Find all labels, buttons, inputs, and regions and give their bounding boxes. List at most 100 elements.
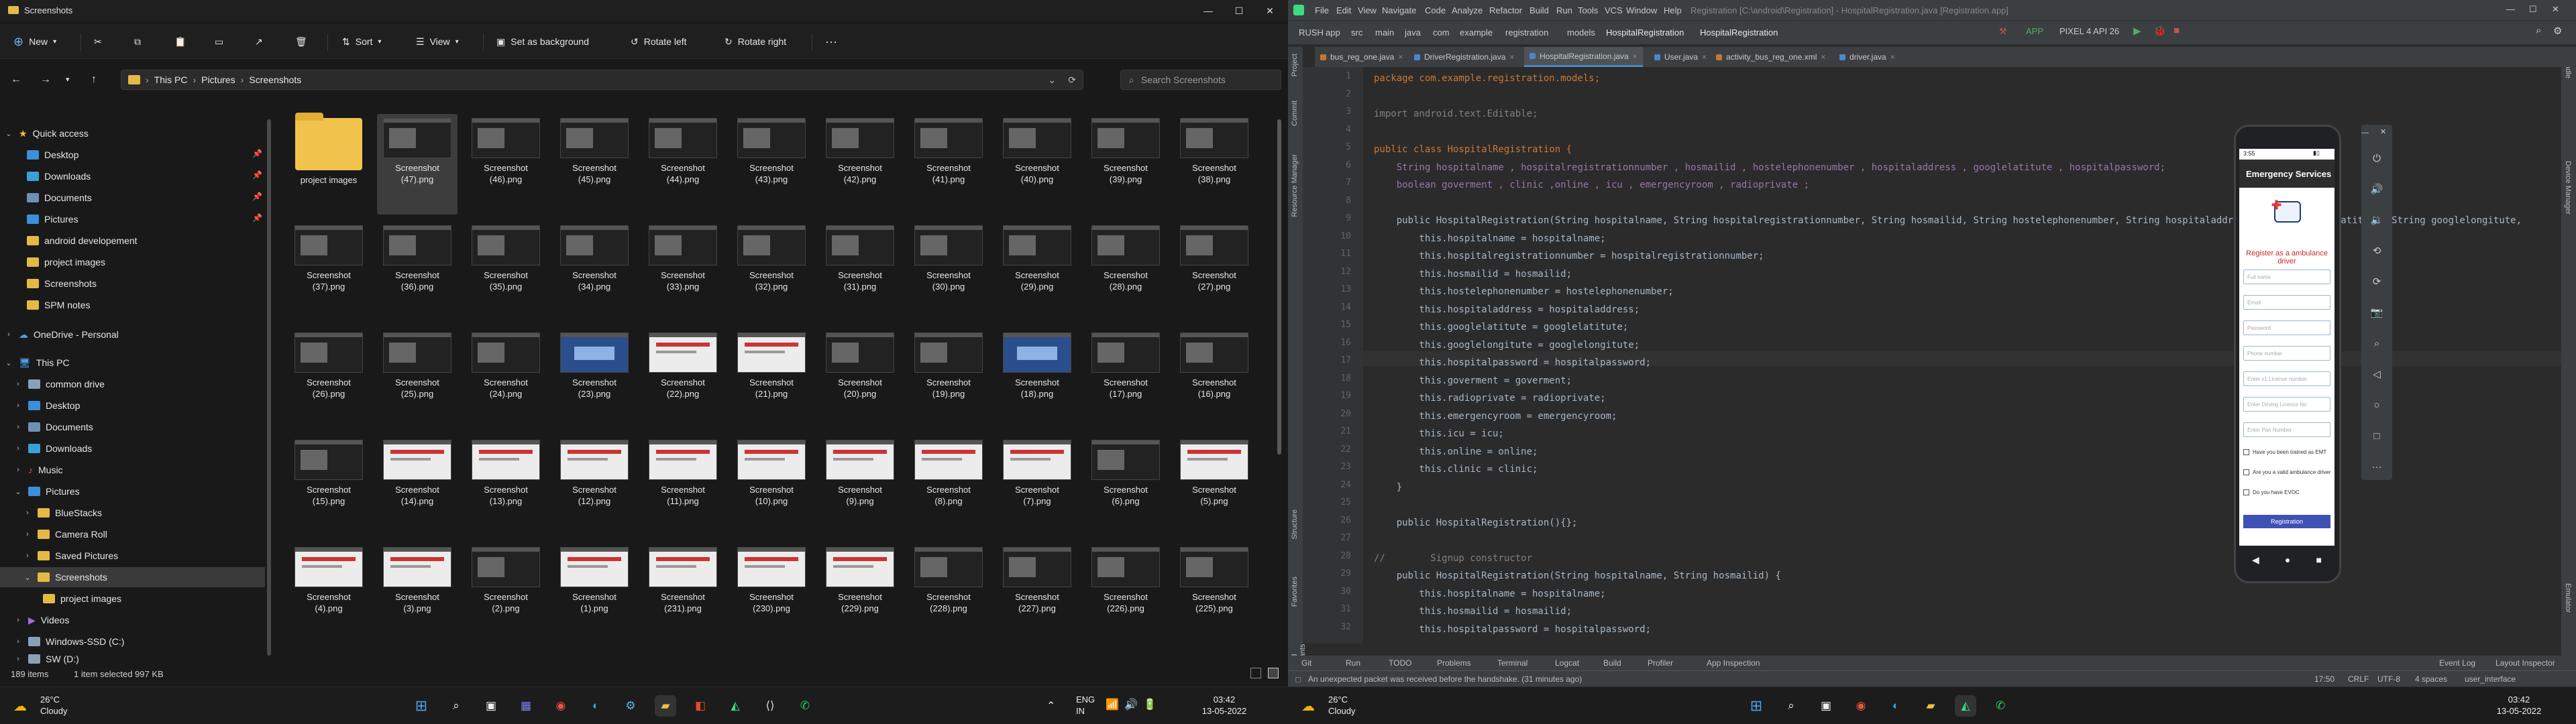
- forward-arrow-icon[interactable]: →: [40, 74, 51, 86]
- more-icon[interactable]: ···: [2369, 459, 2385, 475]
- code-line[interactable]: this.radioprivate = radioprivate;: [1374, 391, 1605, 406]
- file-item[interactable]: Screenshot (28).png: [1085, 221, 1166, 322]
- menu-window[interactable]: Window: [1626, 5, 1657, 15]
- power-icon[interactable]: ⏻: [2369, 150, 2385, 166]
- breadcrumb-member[interactable]: HospitalRegistration: [1700, 27, 1778, 38]
- details-view-icon[interactable]: [1250, 668, 1261, 678]
- settings-icon[interactable]: ⚙: [2553, 25, 2562, 37]
- weather-widget[interactable]: 26°C Cloudy: [1328, 694, 1355, 717]
- menu-build[interactable]: Build: [1529, 5, 1549, 15]
- file-item[interactable]: Screenshot (3).png: [377, 543, 458, 644]
- hammer-icon[interactable]: ⚒: [1999, 26, 2007, 37]
- nav-scrollbar[interactable]: [267, 119, 271, 656]
- structure-tool-tab[interactable]: Structure: [1291, 509, 1299, 540]
- breadcrumb-class[interactable]: HospitalRegistration: [1606, 27, 1684, 38]
- tool-terminal[interactable]: Terminal: [1497, 658, 1527, 668]
- nav-videos[interactable]: › ▶ Videos: [13, 610, 69, 630]
- code-line[interactable]: this.goverment = goverment;: [1374, 373, 1572, 388]
- code-line[interactable]: this.googlelongitute = googlelongitute;: [1374, 338, 1640, 353]
- tool-todo[interactable]: TODO: [1389, 658, 1411, 668]
- tray-chevron-up-icon[interactable]: ⌃: [1046, 699, 1055, 713]
- file-item[interactable]: Screenshot (18).png: [997, 328, 1077, 429]
- file-item[interactable]: Screenshot (225).png: [1174, 543, 1254, 644]
- menu-refactor[interactable]: Refactor: [1489, 5, 1522, 15]
- file-item[interactable]: Screenshot (39).png: [1085, 114, 1166, 215]
- rotate-left-icon[interactable]: ⟲: [2369, 243, 2385, 259]
- search-box[interactable]: ⌕ Search Screenshots: [1120, 70, 1281, 90]
- breadcrumb-screenshots[interactable]: Screenshots: [249, 74, 301, 85]
- nav-music[interactable]: › ♪ Music: [13, 460, 62, 480]
- line-separator[interactable]: CRLF: [2348, 674, 2369, 684]
- cursor-position[interactable]: 17:50: [2314, 674, 2334, 684]
- tab-bus-reg-one[interactable]: bus_reg_one.java ×: [1315, 47, 1408, 67]
- code-line[interactable]: this.hospitalpassword = hospitalpassword…: [1374, 355, 1651, 370]
- android-studio-icon[interactable]: ◭: [1955, 695, 1976, 717]
- tool-git[interactable]: Git: [1301, 658, 1311, 668]
- delete-button[interactable]: 🗑: [295, 31, 307, 52]
- nav-desktop[interactable]: Desktop: [27, 145, 78, 165]
- minimize-button[interactable]: —: [1193, 0, 1224, 21]
- edge-icon[interactable]: ◐: [585, 695, 606, 717]
- nav-downloads[interactable]: Downloads: [27, 166, 91, 186]
- file-item[interactable]: Screenshot (230).png: [731, 543, 812, 644]
- task-view-icon[interactable]: ▣: [1815, 695, 1837, 717]
- code-line[interactable]: public HospitalRegistration(String hospi…: [1374, 213, 2522, 228]
- file-encoding[interactable]: UTF-8: [2377, 674, 2400, 684]
- run-icon[interactable]: ▶: [2133, 25, 2141, 37]
- close-tab-icon[interactable]: ×: [1398, 52, 1403, 62]
- nav-quick-access[interactable]: ⌄ ★ Quick access: [4, 123, 88, 143]
- file-item[interactable]: Screenshot (6).png: [1085, 436, 1166, 536]
- history-chevron-icon[interactable]: ⌄: [1048, 74, 1056, 86]
- title-bar[interactable]: [0, 0, 1288, 21]
- weather-widget[interactable]: 26°C Cloudy: [40, 694, 67, 717]
- file-item[interactable]: Screenshot (7).png: [997, 436, 1077, 536]
- nav-pictures[interactable]: Pictures: [27, 209, 78, 229]
- breadcrumb-project[interactable]: RUSH: [1299, 27, 1324, 38]
- new-button[interactable]: ⊕ New ▾: [13, 31, 56, 52]
- wifi-icon[interactable]: 📶: [1106, 698, 1119, 711]
- file-item[interactable]: Screenshot (24).png: [466, 328, 546, 429]
- copy-button[interactable]: ⧉: [134, 31, 141, 52]
- resource-manager-tool-tab[interactable]: Resource Manager: [1291, 154, 1299, 217]
- file-item[interactable]: Screenshot (30).png: [908, 221, 989, 322]
- breadcrumb-pictures[interactable]: Pictures: [201, 74, 235, 85]
- maximize-button[interactable]: ☐: [2529, 4, 2537, 15]
- search-icon[interactable]: ⌕: [445, 695, 467, 717]
- code-line[interactable]: this.hospitalname = hospitalname;: [1374, 231, 1605, 246]
- share-button[interactable]: ↗: [255, 31, 263, 52]
- nav-saved-pictures[interactable]: › Saved Pictures: [23, 546, 118, 566]
- file-item[interactable]: Screenshot (21).png: [731, 328, 812, 429]
- menu-view[interactable]: View: [1358, 5, 1377, 15]
- menu-tools[interactable]: Tools: [1578, 5, 1598, 15]
- back-arrow-icon[interactable]: ←: [11, 74, 21, 86]
- file-item[interactable]: Screenshot (9).png: [820, 436, 900, 536]
- language-indicator[interactable]: ENG IN: [1076, 694, 1095, 717]
- nav-downloads-pc[interactable]: › Downloads: [13, 438, 92, 459]
- file-item[interactable]: Screenshot (227).png: [997, 543, 1077, 644]
- file-item[interactable]: Screenshot (29).png: [997, 221, 1077, 322]
- address-bar[interactable]: › This PC › Pictures › Screenshots ⌄ ⟳: [121, 70, 1083, 90]
- file-item[interactable]: Screenshot (40).png: [997, 114, 1077, 215]
- email-field[interactable]: Email: [2243, 295, 2330, 310]
- code-line[interactable]: this.hosmailid = hosmailid;: [1374, 604, 1572, 619]
- settings-icon[interactable]: ⚙: [620, 695, 641, 717]
- favorites-tool-tab[interactable]: Favorites: [1291, 577, 1299, 607]
- tool-run[interactable]: Run: [1346, 658, 1360, 668]
- nav-this-pc[interactable]: ⌄ 🖥 This PC: [4, 353, 69, 373]
- windows-start-icon[interactable]: ⊞: [1746, 695, 1767, 717]
- menu-run[interactable]: Run: [1556, 5, 1572, 15]
- nav-documents[interactable]: Documents: [27, 188, 92, 208]
- code-line[interactable]: public HospitalRegistration(String hospi…: [1374, 568, 1781, 583]
- file-item[interactable]: Screenshot (22).png: [643, 328, 723, 429]
- file-item[interactable]: Screenshot (43).png: [731, 114, 812, 215]
- teams-chat-icon[interactable]: ▦: [515, 695, 537, 717]
- chrome-icon[interactable]: ◉: [550, 695, 572, 717]
- file-explorer-icon[interactable]: ▰: [655, 695, 676, 717]
- phone-number-field[interactable]: Phone number: [2243, 346, 2330, 361]
- nav-screenshots-selected[interactable]: ⌄ Screenshots: [0, 567, 265, 587]
- file-item[interactable]: Screenshot (36).png: [377, 221, 458, 322]
- rotate-right-icon[interactable]: ⟳: [2369, 274, 2385, 290]
- breadcrumb-this-pc[interactable]: This PC: [154, 74, 188, 85]
- refresh-icon[interactable]: ⟳: [1068, 74, 1076, 86]
- breadcrumb-src[interactable]: src: [1351, 27, 1362, 38]
